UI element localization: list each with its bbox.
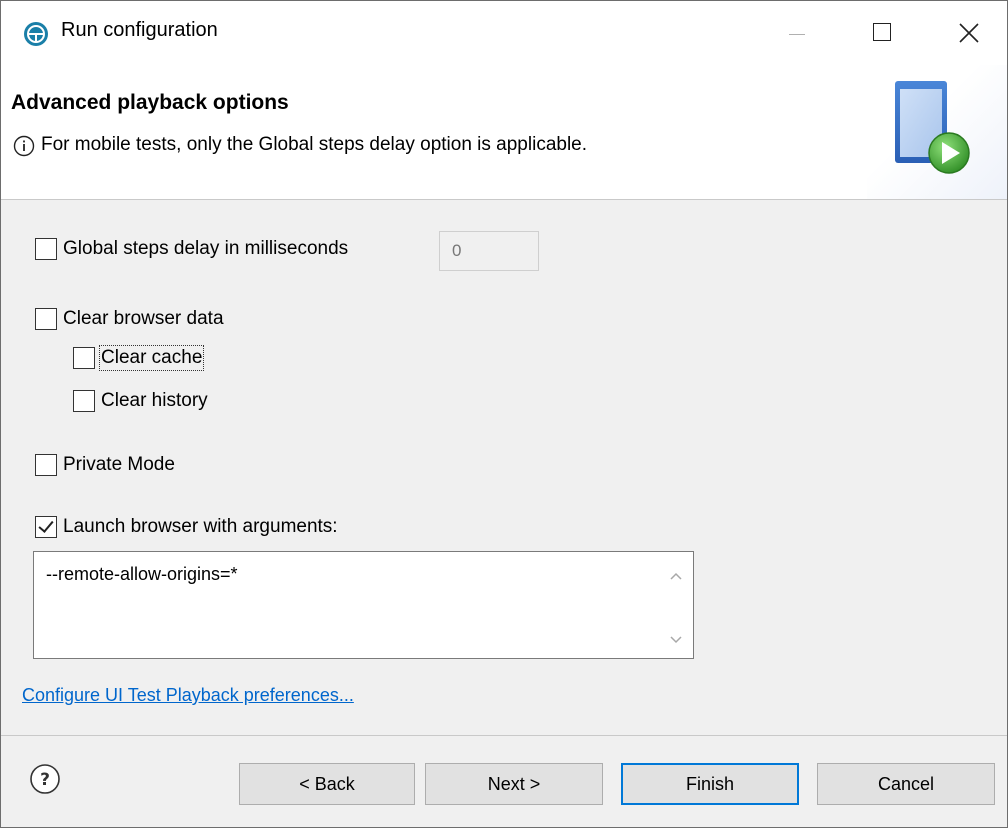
page-title: Advanced playback options [11,91,289,114]
private-mode-label: Private Mode [63,454,175,475]
run-configuration-dialog: Run configuration Advanced playback opti… [0,0,1008,828]
title-bar[interactable]: Run configuration [1,1,1007,65]
browser-arguments-textarea[interactable]: --remote-allow-origins=* [33,551,694,659]
clear-history-option[interactable]: Clear history [73,390,208,412]
help-icon[interactable]: ? [29,763,61,795]
global-steps-delay-input[interactable]: 0 [439,231,539,271]
back-button[interactable]: < Back [239,763,415,805]
configure-preferences-link[interactable]: Configure UI Test Playback preferences..… [22,685,354,706]
launch-browser-args-option[interactable]: Launch browser with arguments: [35,516,338,538]
header-banner: Advanced playback options For mobile tes… [1,65,1007,200]
app-icon [24,22,48,46]
maximize-button[interactable] [853,11,913,55]
clear-history-checkbox[interactable] [73,390,95,412]
clear-browser-data-checkbox[interactable] [35,308,57,330]
close-button[interactable] [939,11,999,55]
global-steps-delay-label: Global steps delay in milliseconds [63,238,349,259]
browser-arguments-value: --remote-allow-origins=* [46,564,238,584]
banner-message: For mobile tests, only the Global steps … [41,134,588,155]
cancel-button[interactable]: Cancel [817,763,995,805]
info-icon [13,135,35,157]
maximize-icon [873,23,891,41]
minimize-button[interactable] [767,11,827,55]
clear-cache-option[interactable]: Clear cache [73,345,205,371]
window-title: Run configuration [61,19,218,41]
global-steps-delay-checkbox[interactable] [35,238,57,260]
clear-history-label: Clear history [101,390,208,411]
footer-divider [1,735,1007,736]
clear-browser-data-option[interactable]: Clear browser data [35,308,224,330]
minimize-icon [789,34,805,35]
clear-cache-checkbox[interactable] [73,347,95,369]
playback-wizard-icon [895,81,970,174]
clear-browser-data-label: Clear browser data [63,308,224,329]
next-button[interactable]: Next > [425,763,603,805]
finish-button[interactable]: Finish [621,763,799,805]
svg-text:?: ? [40,770,50,790]
scroll-down-arrow-icon[interactable] [666,630,686,650]
private-mode-option[interactable]: Private Mode [35,454,175,476]
launch-browser-args-label: Launch browser with arguments: [63,516,338,537]
clear-cache-label: Clear cache [98,345,205,371]
private-mode-checkbox[interactable] [35,454,57,476]
global-steps-delay-option[interactable]: Global steps delay in milliseconds [35,238,348,260]
scroll-up-arrow-icon[interactable] [666,566,686,586]
close-icon [959,23,979,43]
launch-browser-args-checkbox[interactable] [35,516,57,538]
